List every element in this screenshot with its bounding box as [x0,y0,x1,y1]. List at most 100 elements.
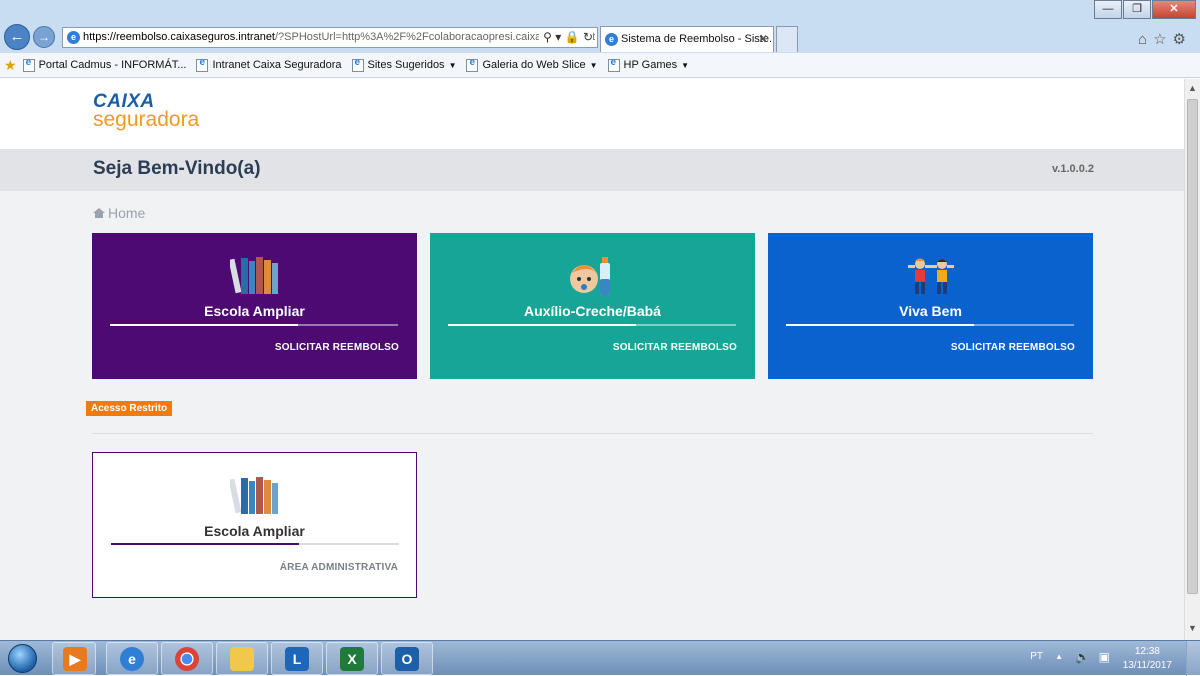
ie-page-icon: e [67,31,80,44]
page-viewport: CAIXA seguradora Seja Bem-Vindo(a) v.1.0… [0,79,1184,640]
clock-time: 12:38 [1134,646,1160,657]
favorite-label: Portal Cadmus - INFORMÁT... [38,59,187,71]
gear-icon[interactable]: ⚙ [1173,31,1192,48]
progress-line-fill [110,324,298,326]
refresh-icon[interactable]: ↻ [583,30,593,44]
favorite-label: Intranet Caixa Seguradora [212,59,342,71]
minimize-button[interactable]: — [1094,0,1122,19]
speaker-muted-icon[interactable]: 🔈 [1075,650,1090,664]
caixa-seguradora-logo[interactable]: CAIXA seguradora [93,92,200,131]
progress-line-fill [786,324,974,326]
show-hidden-icons[interactable]: ▲ [1055,652,1063,661]
windows-taskbar: ▶ e L X O PT ▲ 🔈 ▣ 12:38 13/11/2017 [0,640,1200,676]
version-label: v.1.0.0.2 [1052,163,1094,175]
site-header: CAIXA seguradora [0,79,1184,149]
search-icon[interactable]: ⚲ [543,30,552,44]
browser-tab[interactable]: e Sistema de Reembolso - Siste... ✕ [600,26,774,52]
new-tab-button[interactable] [776,26,798,52]
card-escola-ampliar[interactable]: Escola Ampliar SOLICITAR REEMBOLSO [92,233,417,379]
back-button[interactable]: ← [4,24,30,50]
books-icon [230,477,278,514]
dropdown-icon[interactable]: ▾ [555,30,561,44]
scrollbar-thumb[interactable] [1187,99,1198,594]
favorite-folder[interactable]: Sites Sugeridos▼ [351,57,457,72]
page-icon [466,57,479,72]
favorite-label: HP Games [623,59,678,71]
progress-line-fill [111,543,299,545]
outlook-icon: O [395,647,419,671]
card-escola-ampliar-admin[interactable]: Escola Ampliar ÁREA ADMINISTRATIVA [92,452,417,598]
page-title: Seja Bem-Vindo(a) [93,158,261,179]
favorite-label: Sites Sugeridos [367,59,445,71]
progress-line [110,324,398,326]
home-icon[interactable]: ⌂ [1138,31,1153,48]
vertical-scrollbar[interactable]: ▲ ▼ [1184,79,1200,640]
show-desktop-button[interactable] [1186,641,1200,676]
language-indicator[interactable]: PT [1030,651,1043,662]
favorite-link[interactable]: Intranet Caixa Seguradora [196,57,342,72]
close-tab-icon[interactable]: ✕ [758,27,768,51]
scroll-up-icon[interactable]: ▲ [1188,83,1197,93]
taskbar-file-explorer[interactable] [216,642,268,675]
clock[interactable]: 12:38 13/11/2017 [1123,645,1172,673]
taskbar-excel[interactable]: X [326,642,378,675]
window-controls: — ❐ ✕ [1093,0,1196,20]
page-icon [351,57,364,72]
progress-line [111,543,399,545]
internet-explorer-icon: e [120,647,144,671]
network-icon[interactable]: ▣ [1099,650,1110,664]
start-button[interactable] [3,643,43,674]
solicitar-reembolso-link[interactable]: SOLICITAR REEMBOLSO [613,342,737,353]
people-exercise-icon [908,258,954,294]
page-icon [22,57,35,72]
browser-titlebar: ← → e https://reembolso.caixaseguros.int… [0,0,1200,53]
logo-seguradora-text: seguradora [93,108,200,131]
favorites-bar: ★ Portal Cadmus - INFORMÁT... Intranet C… [0,53,1200,78]
chevron-down-icon: ▼ [589,60,598,70]
clock-date: 13/11/2017 [1122,660,1172,671]
lync-icon: L [285,647,309,671]
excel-icon: X [340,647,364,671]
favorite-label: Galeria do Web Slice [482,59,586,71]
books-icon [230,257,278,294]
favorite-link[interactable]: Portal Cadmus - INFORMÁT... [22,57,187,72]
card-title: Escola Ampliar [204,303,305,319]
solicitar-reembolso-link[interactable]: SOLICITAR REEMBOLSO [951,342,1075,353]
welcome-bar: Seja Bem-Vindo(a) v.1.0.0.2 [0,149,1184,191]
taskbar-outlook[interactable]: O [381,642,433,675]
breadcrumb-home: Home [108,205,146,221]
favorite-folder[interactable]: Galeria do Web Slice▼ [466,57,598,72]
card-auxilio-creche[interactable]: Auxílio-Creche/Babá SOLICITAR REEMBOLSO [430,233,755,379]
breadcrumb[interactable]: Home [93,205,145,221]
home-icon [93,208,105,218]
taskbar-lync[interactable]: L [271,642,323,675]
taskbar-internet-explorer[interactable]: e [106,642,158,675]
windows-logo-icon [8,644,37,673]
card-title: Auxílio-Creche/Babá [524,303,661,319]
forward-button[interactable]: → [33,26,55,48]
chevron-down-icon: ▼ [448,60,457,70]
area-administrativa-link[interactable]: ÁREA ADMINISTRATIVA [280,562,398,573]
progress-line [786,324,1074,326]
ie-tab-icon: e [605,33,618,46]
address-tools: ⚲ ▾ 🔒 ↻ [539,28,593,47]
tab-title: Sistema de Reembolso - Siste... [621,33,774,45]
address-bar[interactable]: e https://reembolso.caixaseguros.intrane… [62,27,598,48]
section-divider [92,433,1093,434]
card-title: Escola Ampliar [204,523,305,539]
url-host: https://reembolso.caixaseguros.intranet [83,31,275,43]
lock-icon[interactable]: 🔒 [565,30,580,44]
taskbar-chrome[interactable] [161,642,213,675]
solicitar-reembolso-link[interactable]: SOLICITAR REEMBOLSO [275,342,399,353]
favorites-star-icon[interactable]: ☆ [1153,31,1172,48]
favorites-add-icon[interactable]: ★ [4,57,17,74]
baby-bottle-icon [570,257,610,295]
restore-button[interactable]: ❐ [1123,0,1151,19]
taskbar-media-player[interactable]: ▶ [52,642,96,675]
file-explorer-icon [230,647,254,671]
close-window-button[interactable]: ✕ [1152,0,1196,19]
progress-line [448,324,736,326]
card-viva-bem[interactable]: Viva Bem SOLICITAR REEMBOLSO [768,233,1093,379]
favorite-folder[interactable]: HP Games▼ [607,57,689,72]
scroll-down-icon[interactable]: ▼ [1188,623,1197,633]
